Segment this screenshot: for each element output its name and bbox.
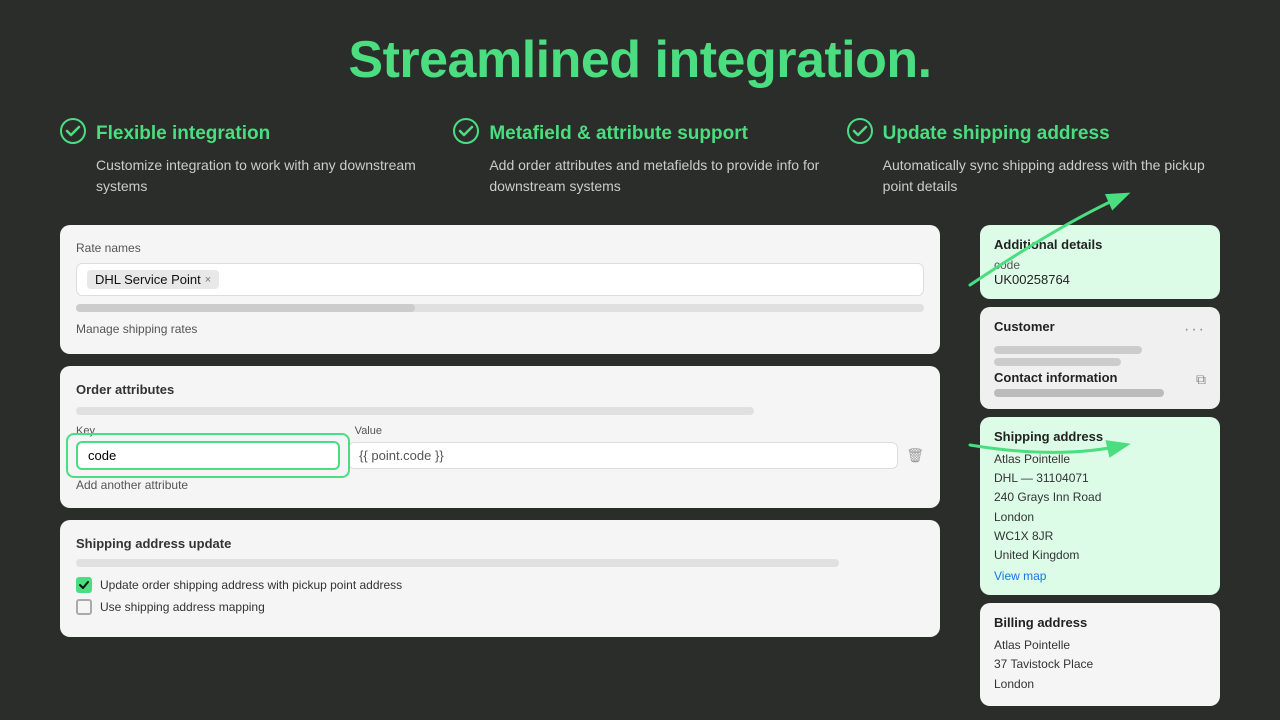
dhl-tag-text: DHL Service Point bbox=[95, 272, 201, 287]
check-icon-flexible bbox=[60, 118, 86, 149]
rate-names-card: Rate names DHL Service Point × Manage sh… bbox=[60, 225, 940, 354]
shipping-update-card: Shipping address update Update order shi… bbox=[60, 520, 940, 637]
billing-address-card: Billing address Atlas Pointelle 37 Tavis… bbox=[980, 603, 1220, 706]
customer-header: Customer ··· bbox=[994, 319, 1206, 340]
content-area: Rate names DHL Service Point × Manage sh… bbox=[60, 225, 1220, 706]
left-panel: Rate names DHL Service Point × Manage sh… bbox=[60, 225, 940, 637]
customer-bar-1 bbox=[994, 346, 1142, 354]
shipping-update-title: Shipping address update bbox=[76, 536, 924, 551]
value-input[interactable] bbox=[348, 442, 898, 469]
billing-line-1: Atlas Pointelle bbox=[994, 636, 1206, 655]
add-attribute-button[interactable]: Add another attribute bbox=[76, 478, 924, 492]
page-title: Streamlined integration. bbox=[60, 30, 1220, 90]
key-input[interactable] bbox=[76, 441, 340, 470]
dhl-tag: DHL Service Point × bbox=[87, 270, 219, 289]
rate-names-input[interactable]: DHL Service Point × bbox=[76, 263, 924, 296]
key-highlight-wrapper bbox=[76, 441, 340, 470]
billing-address-title: Billing address bbox=[994, 615, 1206, 630]
billing-line-3: London bbox=[994, 675, 1206, 694]
checkbox-row-2[interactable]: Use shipping address mapping bbox=[76, 599, 924, 615]
check-icon-metafield bbox=[453, 118, 479, 149]
features-row: Flexible integration Customize integrati… bbox=[60, 118, 1220, 197]
order-attrs-placeholder bbox=[76, 407, 754, 415]
additional-details-title: Additional details bbox=[994, 237, 1206, 252]
checkbox-row-1[interactable]: Update order shipping address with picku… bbox=[76, 577, 924, 593]
value-column-header: Value bbox=[355, 425, 896, 437]
view-map-link[interactable]: View map bbox=[994, 569, 1206, 583]
shipping-bar bbox=[76, 559, 839, 567]
order-attrs-title: Order attributes bbox=[76, 382, 924, 397]
right-panel: Additional details code UK00258764 Custo… bbox=[980, 225, 1220, 706]
addr-line-6: United Kingdom bbox=[994, 546, 1206, 565]
feature-shipping-desc: Automatically sync shipping address with… bbox=[847, 155, 1220, 197]
copy-icon[interactable]: ⧉ bbox=[1196, 371, 1206, 388]
kv-delete-icon[interactable]: 🗑 bbox=[906, 447, 924, 464]
feature-shipping-header: Update shipping address bbox=[847, 118, 1220, 149]
additional-details-card: Additional details code UK00258764 bbox=[980, 225, 1220, 299]
contact-bar bbox=[994, 389, 1164, 397]
billing-line-2: 37 Tavistock Place bbox=[994, 655, 1206, 674]
rate-names-progress-bg bbox=[76, 304, 924, 312]
dhl-tag-close[interactable]: × bbox=[205, 274, 211, 286]
key-column-header: Key bbox=[76, 425, 347, 437]
feature-flexible-header: Flexible integration bbox=[60, 118, 433, 149]
checkbox-unchecked-icon bbox=[76, 599, 92, 615]
feature-flexible-desc: Customize integration to work with any d… bbox=[60, 155, 433, 197]
order-attrs-card: Order attributes Key Value 🗑 Add another… bbox=[60, 366, 940, 508]
additional-details-code-label: code bbox=[994, 258, 1206, 272]
shipping-address-card: Shipping address Atlas Pointelle DHL — 3… bbox=[980, 417, 1220, 595]
checkbox2-label: Use shipping address mapping bbox=[100, 600, 265, 614]
contact-info-title: Contact information bbox=[994, 370, 1118, 385]
feature-metafield-title: Metafield & attribute support bbox=[489, 123, 748, 145]
addr-line-4: London bbox=[994, 508, 1206, 527]
customer-title: Customer bbox=[994, 319, 1055, 334]
feature-metafield: Metafield & attribute support Add order … bbox=[453, 118, 826, 197]
feature-metafield-desc: Add order attributes and metafields to p… bbox=[453, 155, 826, 197]
checkbox1-label: Update order shipping address with picku… bbox=[100, 578, 402, 592]
kv-row: 🗑 bbox=[76, 441, 924, 470]
rate-names-progress-fill bbox=[76, 304, 415, 312]
feature-shipping-title: Update shipping address bbox=[883, 123, 1110, 145]
feature-metafield-header: Metafield & attribute support bbox=[453, 118, 826, 149]
rate-names-label: Rate names bbox=[76, 241, 924, 255]
feature-flexible: Flexible integration Customize integrati… bbox=[60, 118, 433, 197]
checkbox-checked-icon bbox=[76, 577, 92, 593]
feature-flexible-title: Flexible integration bbox=[96, 123, 270, 145]
check-icon-shipping bbox=[847, 118, 873, 149]
additional-details-code-value: UK00258764 bbox=[994, 272, 1206, 287]
page: Streamlined integration. Flexible integr… bbox=[0, 0, 1280, 720]
manage-shipping-link[interactable]: Manage shipping rates bbox=[76, 322, 197, 336]
addr-line-1: Atlas Pointelle bbox=[994, 450, 1206, 469]
addr-line-3: 240 Grays Inn Road bbox=[994, 488, 1206, 507]
shipping-address-title: Shipping address bbox=[994, 429, 1206, 444]
customer-bar-2 bbox=[994, 358, 1121, 366]
addr-line-5: WC1X 8JR bbox=[994, 527, 1206, 546]
addr-line-2: DHL — 31104071 bbox=[994, 469, 1206, 488]
customer-card: Customer ··· Contact information ⧉ bbox=[980, 307, 1220, 409]
contact-info-row: Contact information ⧉ bbox=[994, 370, 1206, 389]
customer-menu-dots[interactable]: ··· bbox=[1184, 321, 1206, 339]
feature-shipping: Update shipping address Automatically sy… bbox=[847, 118, 1220, 197]
